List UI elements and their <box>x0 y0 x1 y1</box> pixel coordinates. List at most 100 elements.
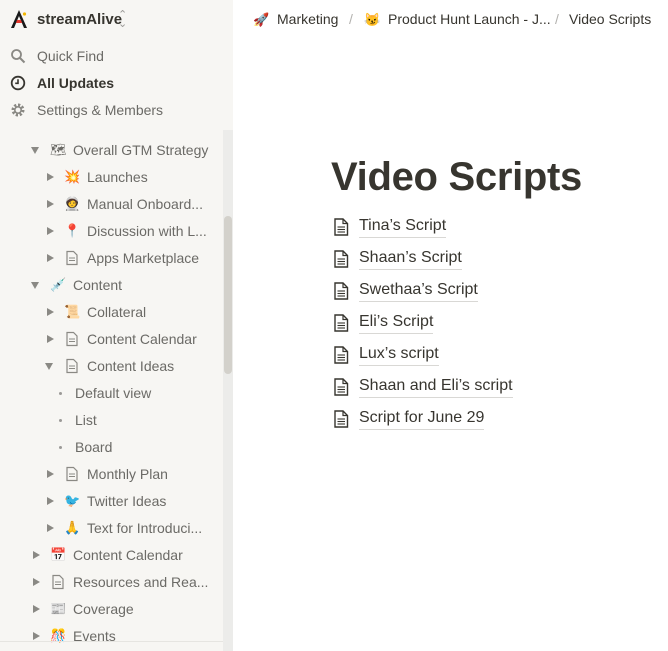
page-icon <box>66 358 78 374</box>
breadcrumb-separator: / <box>555 11 559 27</box>
breadcrumb-product-hunt-launch[interactable]: 😼 Product Hunt Launch - J... <box>364 11 551 28</box>
breadcrumb-video-scripts[interactable]: Video Scripts <box>569 11 651 27</box>
toggle-open-icon[interactable] <box>45 363 53 370</box>
explosion-icon: 💥 <box>64 169 81 184</box>
tree-item-label: Discussion with L... <box>87 223 207 239</box>
cat-emoji-icon: 😼 <box>364 12 381 27</box>
page-icon <box>66 250 78 266</box>
tree-item-coverage[interactable]: 📰 Coverage <box>0 596 223 623</box>
bullet-icon <box>59 446 62 449</box>
quick-find-label: Quick Find <box>37 48 104 64</box>
page-icon <box>66 331 78 347</box>
astronaut-icon: 🧑‍🚀 <box>64 196 81 211</box>
tree-item-overall-gtm-strategy[interactable]: 🗺 Overall GTM Strategy <box>0 137 223 164</box>
toggle-closed-icon[interactable] <box>33 632 40 640</box>
tree-item-board-view[interactable]: Board <box>0 434 223 461</box>
tree-item-label: Overall GTM Strategy <box>73 142 209 158</box>
scroll-icon: 📜 <box>64 304 81 319</box>
tree-item-label: Board <box>75 439 113 455</box>
workspace-name: streamAlive <box>37 11 123 28</box>
page-icon <box>334 282 349 300</box>
search-icon <box>11 49 26 64</box>
toggle-closed-icon[interactable] <box>47 173 54 181</box>
tree-item-content[interactable]: 💉 Content <box>0 272 223 299</box>
tree-item-content-calendar[interactable]: Content Calendar <box>0 326 223 353</box>
toggle-closed-icon[interactable] <box>47 524 54 532</box>
all-updates-label: All Updates <box>37 75 115 91</box>
scrollbar-thumb[interactable] <box>224 216 232 374</box>
bird-icon: 🐦 <box>64 493 81 508</box>
tree-item-label: Content Calendar <box>73 547 183 563</box>
toggle-closed-icon[interactable] <box>33 578 40 586</box>
tree-item-label: Twitter Ideas <box>87 493 167 509</box>
page-title[interactable]: Video Scripts <box>331 155 582 200</box>
tree-item-label: Resources and Rea... <box>73 574 209 590</box>
settings-members-button[interactable]: Settings & Members <box>0 97 233 124</box>
tree-item-label: Content Ideas <box>87 358 175 374</box>
page-icon <box>334 250 349 268</box>
all-updates-button[interactable]: All Updates <box>0 70 233 97</box>
breadcrumb-label: Video Scripts <box>569 11 652 27</box>
breadcrumb-separator: / <box>349 11 353 27</box>
tree-item-label: Content Calendar <box>87 331 197 347</box>
tree-item-twitter-ideas[interactable]: 🐦 Twitter Ideas <box>0 488 223 515</box>
toggle-closed-icon[interactable] <box>47 308 54 316</box>
quick-find-button[interactable]: Quick Find <box>0 43 233 70</box>
tree-item-monthly-plan[interactable]: Monthly Plan <box>0 461 223 488</box>
tree-item-label: Launches <box>87 169 148 185</box>
tree-item-text-for-introducing[interactable]: 🙏 Text for Introduci... <box>0 515 223 542</box>
sidebar: streamAlive ⌃ ⌄ Quick Find All Updates Se… <box>0 0 233 651</box>
breadcrumb-marketing[interactable]: 🚀 Marketing <box>253 11 338 28</box>
page-icon <box>334 218 349 236</box>
page-icon <box>334 314 349 332</box>
map-icon: 🗺 <box>50 142 67 157</box>
toggle-open-icon[interactable] <box>31 147 39 154</box>
tree-item-label: Coverage <box>73 601 134 617</box>
tree-item-label: Manual Onboard... <box>87 196 203 212</box>
tree-item-list-view[interactable]: List <box>0 407 223 434</box>
tree-item-collateral[interactable]: 📜 Collateral <box>0 299 223 326</box>
tree-item-label: Default view <box>75 385 152 401</box>
toggle-closed-icon[interactable] <box>33 551 40 559</box>
page-link-label: Shaan and Eli’s script <box>359 377 513 398</box>
page-link-label: Script for June 29 <box>359 409 485 430</box>
calendar-icon: 📅 <box>50 547 67 562</box>
toggle-open-icon[interactable] <box>31 282 39 289</box>
settings-members-label: Settings & Members <box>37 102 164 118</box>
page-icon <box>334 378 349 396</box>
streamalive-logo-icon <box>11 10 27 28</box>
page-icon <box>52 574 64 590</box>
toggle-closed-icon[interactable] <box>47 497 54 505</box>
gear-icon <box>11 103 25 117</box>
tree-item-events[interactable]: 🎊 Events <box>0 623 223 650</box>
toggle-closed-icon[interactable] <box>47 227 54 235</box>
tree-item-label: Apps Marketplace <box>87 250 200 266</box>
breadcrumb-label: Product Hunt Launch - J... <box>388 11 551 27</box>
tree-item-discussion[interactable]: 📍 Discussion with L... <box>0 218 223 245</box>
rocket-icon: 🚀 <box>253 12 270 27</box>
page-icon <box>334 410 349 428</box>
tree-item-label: Content <box>73 277 123 293</box>
workspace-switcher[interactable]: streamAlive ⌃ ⌄ <box>0 0 233 40</box>
toggle-closed-icon[interactable] <box>47 335 54 343</box>
breadcrumb-label: Marketing <box>277 11 339 27</box>
clock-icon <box>10 75 26 91</box>
tree-item-apps-marketplace[interactable]: Apps Marketplace <box>0 245 223 272</box>
chevron-updown-icon: ⌃ ⌄ <box>118 9 128 30</box>
sidebar-scrollbar[interactable] <box>223 130 233 651</box>
tree-item-default-view[interactable]: Default view <box>0 380 223 407</box>
tree-item-content-calendar-2[interactable]: 📅 Content Calendar <box>0 542 223 569</box>
tree-item-manual-onboarding[interactable]: 🧑‍🚀 Manual Onboard... <box>0 191 223 218</box>
tree-item-label: Collateral <box>87 304 147 320</box>
pushpin-icon: 📍 <box>64 223 81 238</box>
toggle-closed-icon[interactable] <box>33 605 40 613</box>
toggle-closed-icon[interactable] <box>47 200 54 208</box>
sidebar-divider <box>0 641 223 642</box>
toggle-closed-icon[interactable] <box>47 254 54 262</box>
tree-item-label: List <box>75 412 97 428</box>
toggle-closed-icon[interactable] <box>47 470 54 478</box>
tree-item-launches[interactable]: 💥 Launches <box>0 164 223 191</box>
tree-item-content-ideas[interactable]: Content Ideas <box>0 353 223 380</box>
tree-item-label: Text for Introduci... <box>87 520 203 536</box>
tree-item-resources[interactable]: Resources and Rea... <box>0 569 223 596</box>
